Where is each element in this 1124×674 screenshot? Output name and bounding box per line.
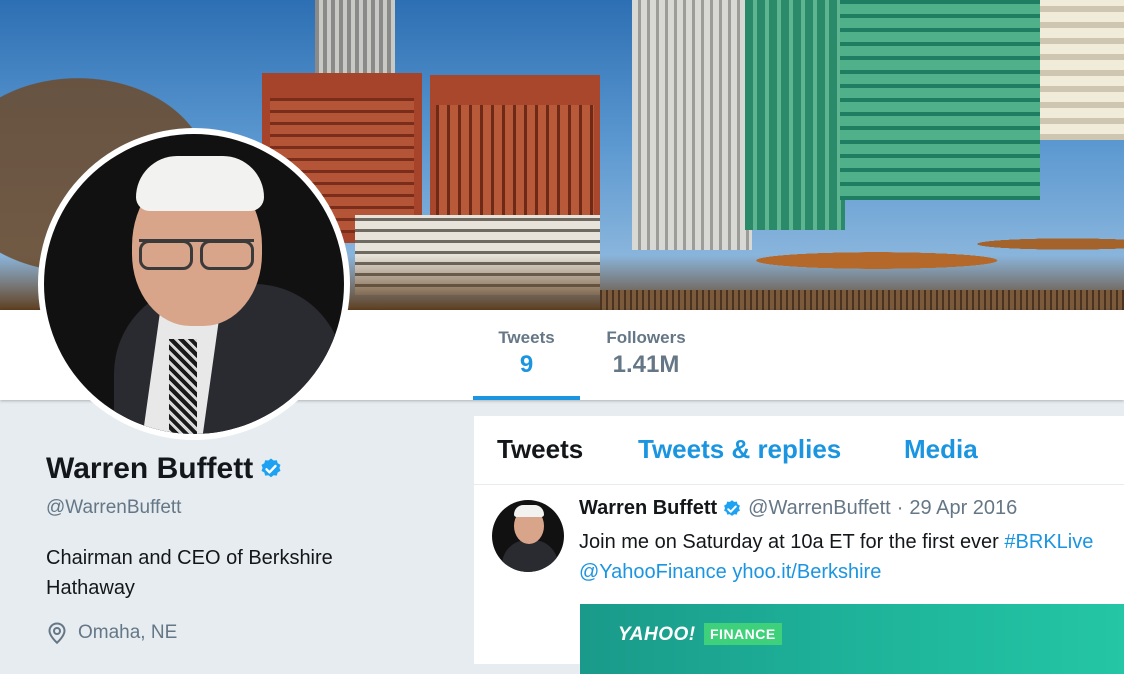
active-stat-indicator — [473, 396, 580, 400]
verified-badge-icon — [261, 458, 281, 478]
profile-location: Omaha, NE — [46, 621, 177, 645]
stat-tweets[interactable]: Tweets 9 — [473, 328, 580, 400]
tweet-hashtag-link[interactable]: #BRKLive — [1004, 531, 1093, 553]
tweet-avatar[interactable] — [492, 500, 564, 572]
tweet-timestamp[interactable]: 29 Apr 2016 — [909, 497, 1017, 520]
tweet-item[interactable]: Warren Buffett @WarrenBuffett · 29 Apr 2… — [474, 485, 1124, 674]
tweet-author-handle[interactable]: @WarrenBuffett — [748, 497, 891, 520]
banner-building — [840, 0, 1040, 200]
banner-building — [745, 0, 845, 230]
tweet-header: Warren Buffett @WarrenBuffett · 29 Apr 2… — [579, 497, 1017, 520]
profile-name[interactable]: Warren Buffett — [46, 452, 253, 486]
profile-bio: Chairman and CEO of Berkshire Hathaway — [46, 547, 333, 599]
timeline: Tweets Tweets & replies Media Warren Buf… — [474, 416, 1124, 674]
profile-name-row: Warren Buffett — [46, 452, 283, 486]
location-pin-icon — [48, 622, 66, 645]
location-text: Omaha, NE — [78, 622, 178, 643]
tweet-url-link[interactable]: yhoo.it/Berkshire — [732, 561, 881, 583]
card-tag: FINANCE — [704, 623, 782, 645]
tweet-separator: · — [896, 497, 904, 519]
tab-tweets-and-replies[interactable]: Tweets & replies — [638, 434, 841, 465]
banner-fence — [600, 290, 1124, 310]
stat-followers-label: Followers — [606, 328, 686, 347]
tab-media[interactable]: Media — [904, 434, 978, 465]
tweet-mention-link[interactable]: @YahooFinance — [579, 561, 727, 583]
banner-building — [1040, 0, 1124, 140]
tweet-text-body: Join me on Saturday at 10a ET for the fi… — [579, 531, 1005, 553]
profile-avatar[interactable] — [38, 128, 350, 440]
avatar-photo — [44, 134, 344, 434]
verified-badge-icon — [724, 499, 741, 516]
profile-handle[interactable]: @WarrenBuffett — [46, 497, 181, 519]
card-brand: YAHOO! — [618, 624, 696, 645]
stat-followers-value: 1.41M — [612, 351, 680, 378]
stat-tweets-value: 9 — [519, 351, 534, 378]
tweet-text: Join me on Saturday at 10a ET for the fi… — [579, 527, 1124, 587]
timeline-tabs: Tweets Tweets & replies Media — [474, 416, 1124, 485]
tab-tweets[interactable]: Tweets — [497, 434, 583, 465]
stat-followers[interactable]: Followers 1.41M — [600, 328, 692, 379]
stat-tweets-label: Tweets — [498, 328, 555, 347]
tweet-author-name[interactable]: Warren Buffett — [579, 497, 717, 520]
